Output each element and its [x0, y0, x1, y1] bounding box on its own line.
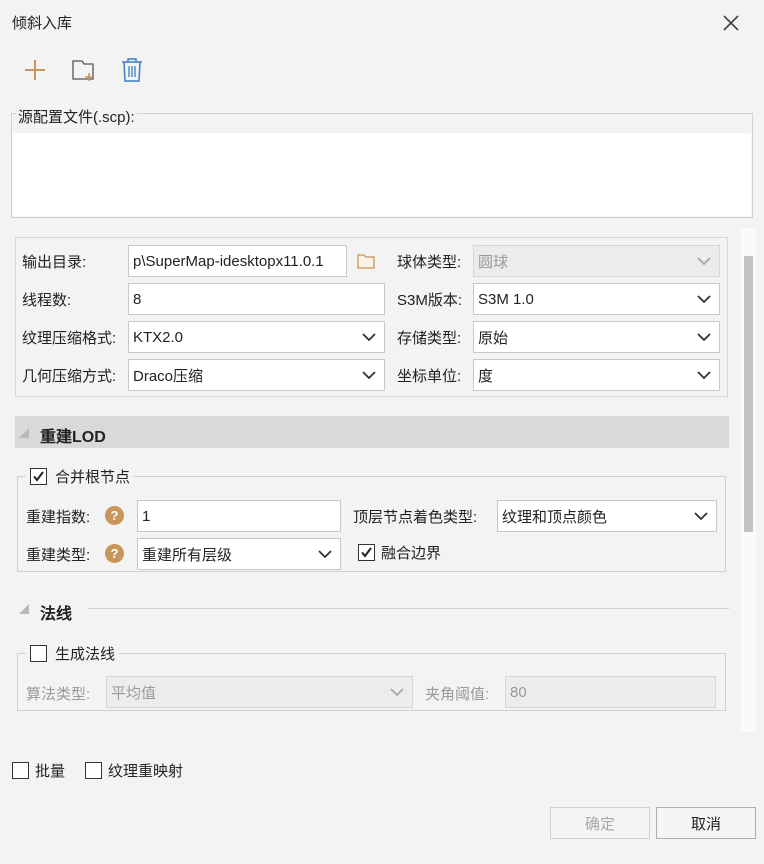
batch-checkbox[interactable] — [12, 762, 29, 779]
check-icon — [361, 547, 372, 558]
chevron-down-icon — [697, 257, 711, 265]
texture-remap-checkbox-row[interactable]: 纹理重映射 — [85, 760, 183, 781]
angle-threshold-input[interactable]: 80 — [505, 676, 716, 708]
merge-root-checkbox[interactable] — [30, 468, 47, 485]
lod-section-title: 重建LOD — [40, 429, 106, 446]
chevron-down-icon — [390, 688, 404, 696]
chevron-down-icon — [697, 371, 711, 379]
source-file-list[interactable] — [13, 133, 751, 216]
folder-icon — [357, 254, 375, 269]
add-folder-button[interactable] — [68, 55, 98, 85]
top-node-color-select[interactable]: 纹理和顶点颜色 — [497, 500, 717, 532]
output-dir-input[interactable]: p\SuperMap-idesktopx11.0.1 — [128, 245, 347, 277]
generate-normal-label: 生成法线 — [55, 646, 116, 663]
s3m-version-label: S3M版本: — [397, 292, 463, 309]
fuse-border-label: 融合边界 — [381, 545, 442, 562]
texture-compress-label: 纹理压缩格式: — [22, 330, 117, 347]
add-button[interactable] — [20, 55, 50, 85]
check-icon — [33, 471, 44, 482]
close-button[interactable] — [718, 10, 744, 36]
ok-button[interactable]: 确定 — [550, 807, 650, 839]
new-folder-icon — [72, 60, 94, 81]
coord-unit-label: 坐标单位: — [397, 368, 462, 385]
trash-icon — [122, 58, 142, 82]
section-divider — [88, 608, 729, 609]
rebuild-type-select[interactable]: 重建所有层级 — [137, 538, 341, 570]
chevron-down-icon — [318, 550, 332, 558]
threads-label: 线程数: — [22, 292, 72, 309]
threads-input[interactable]: 8 — [128, 283, 385, 315]
window-title: 倾斜入库 — [12, 15, 73, 32]
rebuild-type-label: 重建类型: — [26, 547, 91, 564]
scrollbar-thumb[interactable] — [744, 256, 753, 532]
batch-checkbox-row[interactable]: 批量 — [12, 760, 65, 781]
close-icon — [723, 15, 739, 31]
rebuild-index-help-icon[interactable]: ? — [105, 506, 124, 525]
angle-threshold-label: 夹角阈值: — [425, 686, 490, 703]
texture-remap-label: 纹理重映射 — [108, 763, 184, 780]
merge-root-label: 合并根节点 — [55, 469, 131, 486]
chevron-down-icon — [697, 333, 711, 341]
s3m-version-select[interactable]: S3M 1.0 — [473, 283, 720, 315]
collapse-triangle-icon — [19, 604, 29, 614]
storage-type-label: 存储类型: — [397, 330, 462, 347]
plus-icon — [25, 60, 45, 80]
output-dir-label: 输出目录: — [22, 254, 87, 271]
rebuild-index-label: 重建指数: — [26, 509, 91, 526]
top-node-color-label: 顶层节点着色类型: — [353, 509, 478, 526]
collapse-triangle-icon — [19, 428, 29, 438]
lod-section-header[interactable]: 重建LOD — [15, 416, 729, 448]
chevron-down-icon — [362, 371, 376, 379]
fuse-border-checkbox-row[interactable]: 融合边界 — [358, 542, 441, 563]
storage-type-select[interactable]: 原始 — [473, 321, 720, 353]
sphere-type-label: 球体类型: — [397, 254, 462, 271]
algorithm-type-select[interactable]: 平均值 — [106, 676, 413, 708]
rebuild-index-input[interactable]: 1 — [137, 500, 341, 532]
delete-button[interactable] — [117, 55, 147, 85]
coord-unit-select[interactable]: 度 — [473, 359, 720, 391]
rebuild-type-help-icon[interactable]: ? — [105, 544, 124, 563]
generate-normal-checkbox-row[interactable]: 生成法线 — [26, 643, 120, 664]
algorithm-type-label: 算法类型: — [26, 686, 91, 703]
source-config-label: 源配置文件(.scp): — [16, 106, 137, 127]
batch-label: 批量 — [35, 763, 66, 780]
chevron-down-icon — [362, 333, 376, 341]
texture-compress-select[interactable]: KTX2.0 — [128, 321, 385, 353]
generate-normal-checkbox[interactable] — [30, 645, 47, 662]
fuse-border-checkbox[interactable] — [358, 544, 375, 561]
browse-folder-button[interactable] — [354, 250, 378, 272]
sphere-type-select[interactable]: 圆球 — [473, 245, 720, 277]
chevron-down-icon — [694, 512, 708, 520]
chevron-down-icon — [697, 295, 711, 303]
merge-root-checkbox-row[interactable]: 合并根节点 — [26, 466, 135, 487]
cancel-button[interactable]: 取消 — [656, 807, 756, 839]
normal-section-title[interactable]: 法线 — [40, 600, 72, 624]
geometry-compress-label: 几何压缩方式: — [22, 368, 117, 385]
texture-remap-checkbox[interactable] — [85, 762, 102, 779]
geometry-compress-select[interactable]: Draco压缩 — [128, 359, 385, 391]
